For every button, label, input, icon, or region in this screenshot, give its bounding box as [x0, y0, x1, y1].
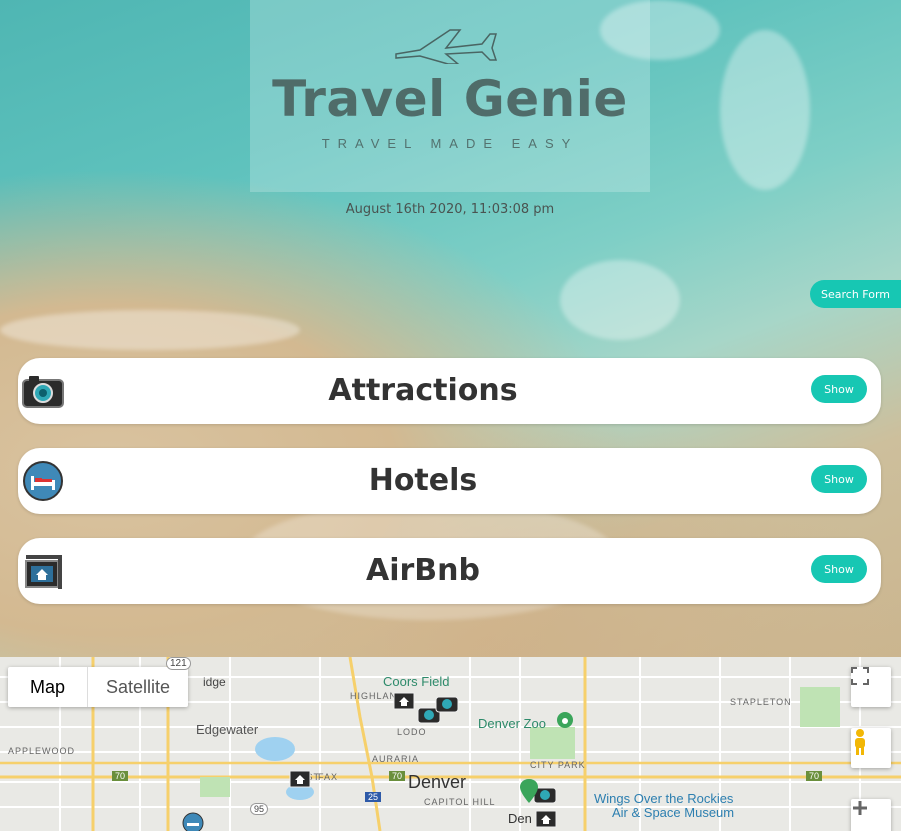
map-label-denver-zoo: Denver Zoo	[478, 716, 546, 731]
park-area	[200, 777, 230, 797]
pegman-icon	[855, 729, 865, 755]
park-area	[530, 727, 575, 759]
hotels-card: Hotels Show	[18, 448, 881, 514]
map-label-highland: HIGHLAN	[350, 691, 398, 701]
map-label-wings-museum: Wings Over the Rockies	[594, 791, 734, 806]
hotels-title: Hotels	[368, 463, 478, 498]
camera-marker[interactable]	[434, 692, 460, 714]
map-label-colfax: FAX	[318, 772, 339, 782]
street-view-pegman[interactable]	[851, 728, 891, 768]
beach-foam	[560, 260, 680, 340]
airbnb-marker[interactable]	[288, 767, 314, 789]
beach-foam	[0, 310, 300, 350]
park-area	[800, 687, 840, 727]
park-pin-icon	[520, 779, 538, 803]
map-type-satellite[interactable]: Satellite	[88, 667, 188, 707]
attractions-title: Attractions	[328, 373, 518, 408]
logo-banner: Travel Genie TRAVEL MADE EASY	[250, 0, 650, 192]
logo-tagline: TRAVEL MADE EASY	[321, 136, 579, 151]
lake	[255, 737, 295, 761]
map-label-wings-museum-2: Air & Space Museum	[612, 805, 735, 820]
zoo-pin-icon	[557, 712, 573, 728]
airbnb-marker[interactable]	[392, 689, 418, 711]
map-highway-shield: 70	[389, 771, 406, 781]
map-type-control: Map Satellite	[8, 667, 189, 707]
map-label: idge	[203, 675, 226, 689]
map-label-lodo: LODO	[397, 727, 427, 737]
map-highway-shield: 70	[806, 771, 823, 781]
airbnb-title: AirBnb	[366, 553, 480, 588]
map-view[interactable]: Map Satellite idge 121 Coors Field HIGHL…	[0, 657, 901, 831]
hotels-show-button[interactable]: Show	[811, 465, 867, 493]
fullscreen-button[interactable]	[851, 667, 891, 707]
attractions-card: Attractions Show	[18, 358, 881, 424]
map-label-city-park: CITY PARK	[530, 760, 586, 770]
logo-title: Travel Genie	[272, 70, 628, 128]
airbnb-card: AirBnb Show	[18, 538, 881, 604]
map-label-denver: Denver	[408, 772, 467, 792]
map-highway-shield: 95	[250, 803, 269, 815]
map-label-capitol-hill: CAPITOL HILL	[424, 797, 496, 807]
map-label-coors-field: Coors Field	[383, 674, 450, 689]
airbnb-show-button[interactable]: Show	[811, 555, 867, 583]
airplane-icon	[395, 29, 498, 64]
map-highway-shield: 25	[365, 792, 382, 802]
attractions-show-button[interactable]: Show	[811, 375, 867, 403]
zoom-in-button[interactable]	[851, 799, 891, 831]
search-form-button[interactable]: Search Form	[810, 280, 901, 308]
plus-icon	[853, 801, 867, 815]
beach-foam	[720, 30, 810, 190]
hotel-marker[interactable]	[180, 811, 206, 831]
map-label-den: Den	[508, 811, 532, 826]
map-highway-shield: 121	[166, 657, 191, 670]
map-label-stapleton: STAPLETON	[730, 697, 792, 707]
map-label-applewood: APPLEWOOD	[8, 746, 76, 756]
map-type-map[interactable]: Map	[8, 667, 89, 707]
airbnb-marker[interactable]	[534, 807, 560, 829]
map-highway-shield: 70	[112, 771, 129, 781]
map-label-auraria: AURARIA	[372, 754, 420, 764]
map-label-edgewater: Edgewater	[196, 722, 259, 737]
fullscreen-icon	[851, 667, 869, 685]
current-datetime: August 16th 2020, 11:03:08 pm	[345, 202, 555, 217]
